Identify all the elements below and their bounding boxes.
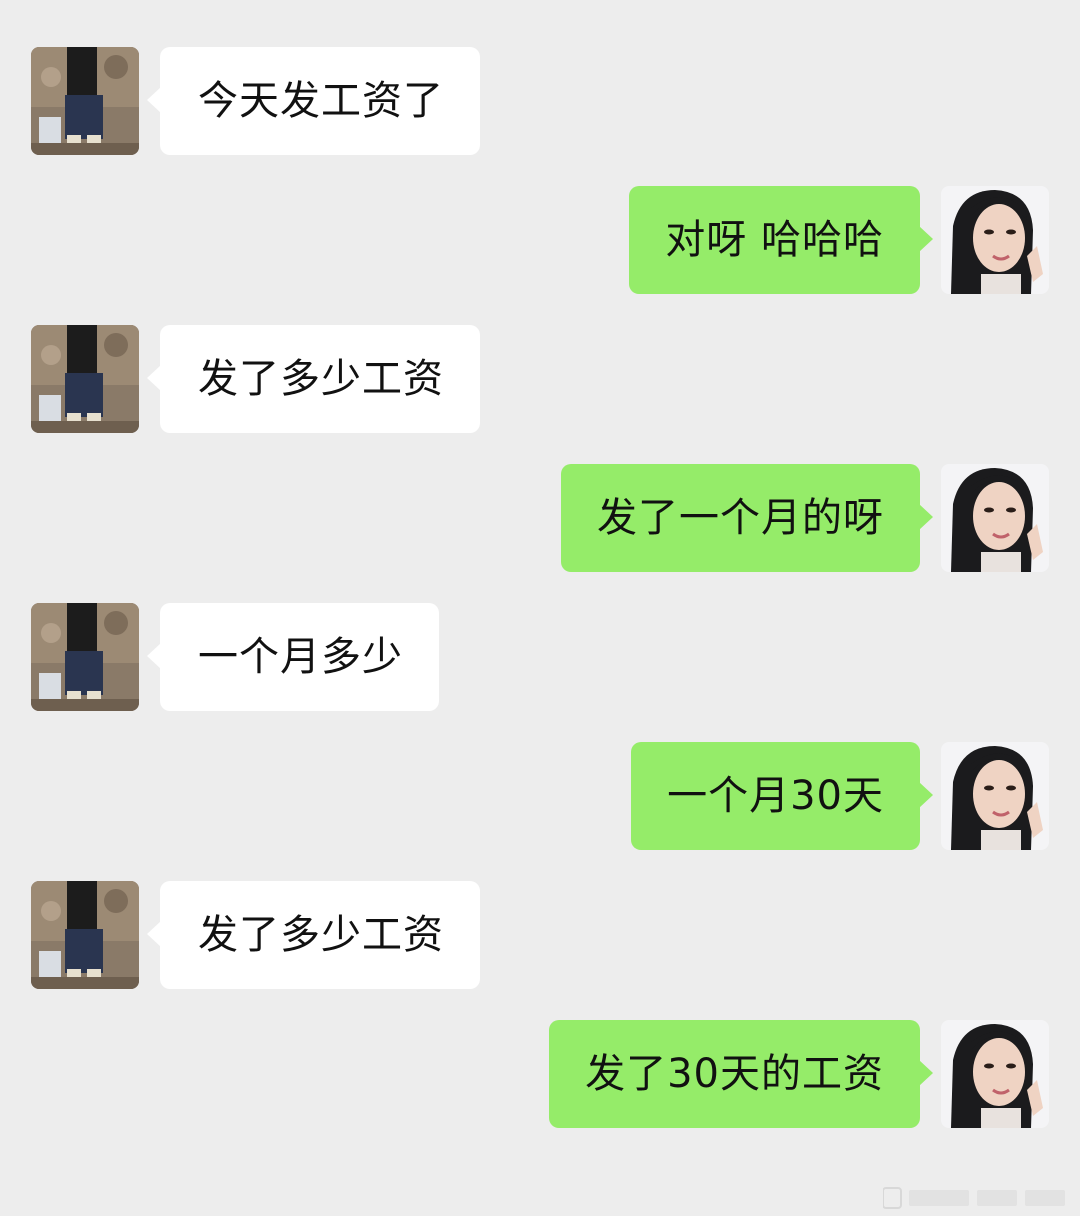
contact-avatar-icon[interactable] (31, 603, 139, 711)
message-bubble-outgoing[interactable]: 对呀 哈哈哈 (629, 186, 933, 294)
message-row-outgoing: 发了一个月的呀 (0, 464, 1080, 574)
message-row-outgoing: 对呀 哈哈哈 (0, 186, 1080, 296)
watermark-graphic (882, 1186, 1068, 1210)
chat-message-list: 今天发工资了 对呀 哈哈哈 发了多少工资 发了一个月的呀 一个月多少 一个月30… (0, 0, 1080, 1216)
message-bubble-incoming[interactable]: 一个月多少 (147, 603, 439, 711)
message-bubble-outgoing[interactable]: 发了30天的工资 (549, 1020, 933, 1128)
message-row-incoming: 发了多少工资 (0, 881, 1080, 991)
message-bubble-incoming[interactable]: 发了多少工资 (147, 881, 480, 989)
self-avatar-icon[interactable] (941, 742, 1049, 850)
message-bubble-incoming[interactable]: 今天发工资了 (147, 47, 480, 155)
message-row-outgoing: 一个月30天 (0, 742, 1080, 852)
message-bubble-outgoing[interactable]: 发了一个月的呀 (561, 464, 933, 572)
contact-avatar-icon[interactable] (31, 325, 139, 433)
message-row-outgoing: 发了30天的工资 (0, 1020, 1080, 1130)
message-bubble-incoming[interactable]: 发了多少工资 (147, 325, 480, 433)
message-bubble-outgoing[interactable]: 一个月30天 (631, 742, 933, 850)
message-row-incoming: 发了多少工资 (0, 325, 1080, 435)
self-avatar-icon[interactable] (941, 186, 1049, 294)
contact-avatar-icon[interactable] (31, 881, 139, 989)
message-row-incoming: 一个月多少 (0, 603, 1080, 713)
contact-avatar-icon[interactable] (31, 47, 139, 155)
message-row-incoming: 今天发工资了 (0, 47, 1080, 157)
self-avatar-icon[interactable] (941, 464, 1049, 572)
self-avatar-icon[interactable] (941, 1020, 1049, 1128)
